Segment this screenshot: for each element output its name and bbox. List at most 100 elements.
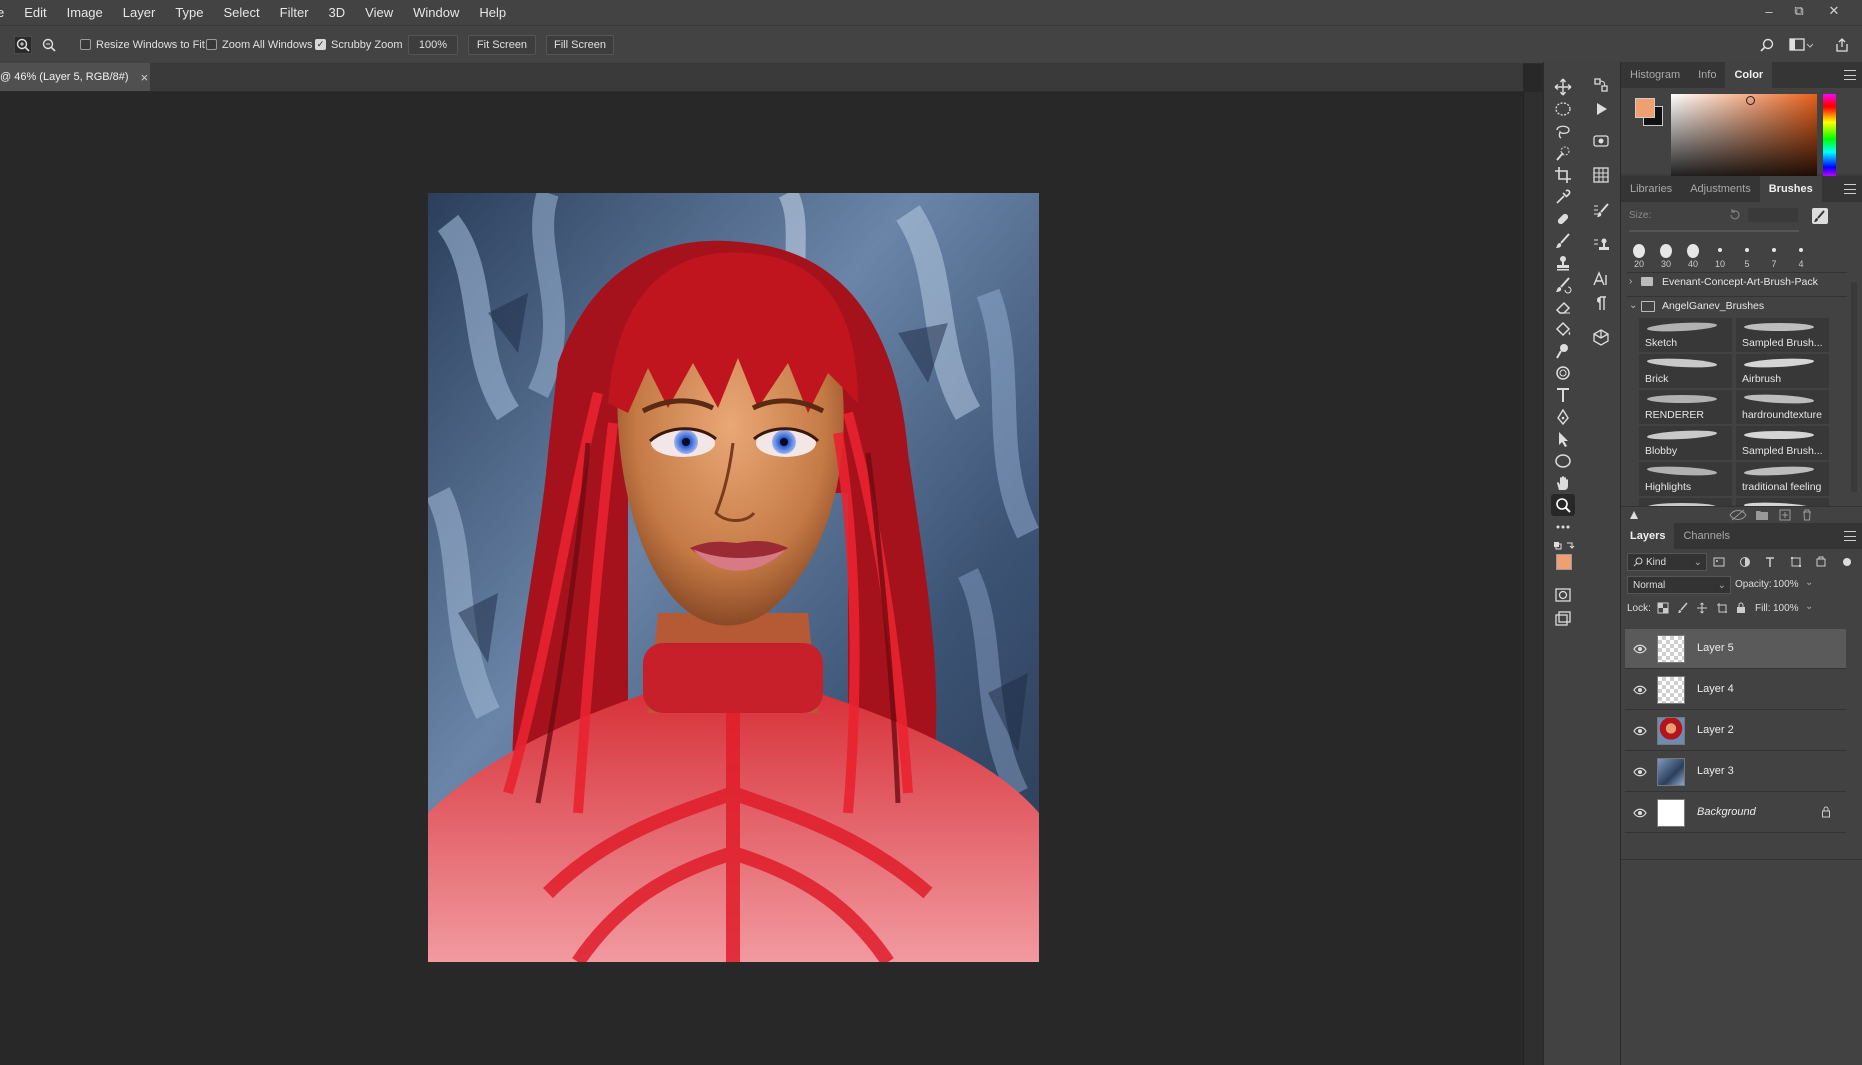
- blur-tool[interactable]: [1551, 362, 1575, 384]
- brush-tool[interactable]: [1551, 230, 1575, 252]
- 3d-panel-icon[interactable]: [1589, 326, 1613, 348]
- lasso-tool[interactable]: [1551, 120, 1575, 142]
- resize-windows-checkbox[interactable]: Resize Windows to Fit: [80, 26, 205, 63]
- brush-size-slider-handle[interactable]: [1629, 509, 1639, 523]
- tab-histogram[interactable]: Histogram: [1621, 62, 1689, 88]
- menu-item-filter[interactable]: Filter: [270, 5, 319, 20]
- layer-thumbnail[interactable]: [1657, 799, 1685, 827]
- dodge-tool[interactable]: [1551, 340, 1575, 362]
- layer-row[interactable]: Layer 4: [1625, 670, 1846, 710]
- shape-layer-filter-icon[interactable]: [1790, 556, 1802, 568]
- lock-position-icon[interactable]: [1696, 602, 1708, 614]
- properties-panel-icon[interactable]: [1589, 130, 1613, 152]
- tab-adjustments[interactable]: Adjustments: [1681, 176, 1760, 202]
- brush-group-row[interactable]: › Evenant-Concept-Art-Brush-Pack: [1627, 272, 1847, 293]
- tab-info[interactable]: Info: [1689, 62, 1725, 88]
- minimize-button[interactable]: –: [1755, 0, 1783, 22]
- brushes-panel-menu-icon[interactable]: [1844, 184, 1856, 194]
- brush-settings-icon[interactable]: [1589, 200, 1613, 222]
- reset-icon[interactable]: [1728, 208, 1742, 222]
- canvas-scrollbar[interactable]: [1523, 92, 1544, 1065]
- brush-item[interactable]: Sampled Brush...: [1736, 318, 1829, 352]
- eyedropper-tool[interactable]: [1551, 186, 1575, 208]
- brush-size-slider[interactable]: [1629, 230, 1799, 232]
- lock-icon[interactable]: [1820, 806, 1832, 818]
- layer-name[interactable]: Layer 5: [1697, 642, 1734, 654]
- history-panel-icon[interactable]: [1589, 74, 1613, 96]
- smart-object-filter-icon[interactable]: [1815, 556, 1827, 568]
- brush-preset[interactable]: 40: [1681, 240, 1705, 270]
- foreground-color-swatch[interactable]: [1556, 554, 1572, 570]
- brush-preset[interactable]: 30: [1654, 240, 1678, 270]
- lock-image-pixels-icon[interactable]: [1677, 602, 1689, 614]
- share-icon[interactable]: [1834, 26, 1850, 63]
- layer-name[interactable]: Layer 4: [1697, 683, 1734, 695]
- hand-tool[interactable]: [1551, 472, 1575, 494]
- fit-screen-button[interactable]: Fit Screen: [468, 35, 536, 55]
- brush-item[interactable]: Brick: [1639, 354, 1732, 388]
- brush-preset[interactable]: 4: [1789, 240, 1813, 270]
- resize-windows-check[interactable]: [80, 39, 91, 50]
- layer-thumbnail[interactable]: [1657, 758, 1685, 786]
- brush-item[interactable]: Sampled Brush...: [1736, 426, 1829, 460]
- eraser-tool[interactable]: [1551, 296, 1575, 318]
- menu-item-edit[interactable]: Edit: [14, 5, 56, 20]
- brush-item[interactable]: hardroundtexture: [1736, 390, 1829, 424]
- new-brush-group-icon[interactable]: [1755, 509, 1769, 524]
- eye-icon[interactable]: [1633, 683, 1647, 697]
- eye-icon[interactable]: [1633, 806, 1647, 820]
- brush-preset[interactable]: 5: [1735, 240, 1759, 270]
- menu-item-image[interactable]: Image: [57, 5, 113, 20]
- tab-brushes[interactable]: Brushes: [1759, 176, 1822, 202]
- type-tool[interactable]: [1551, 384, 1575, 406]
- paint-bucket-tool[interactable]: [1551, 318, 1575, 340]
- menu-item-view[interactable]: View: [355, 5, 403, 20]
- filter-toggle-icon[interactable]: [1841, 556, 1853, 568]
- brush-preset[interactable]: 7: [1762, 240, 1786, 270]
- character-panel-icon[interactable]: [1589, 268, 1613, 290]
- layer-thumbnail[interactable]: [1657, 635, 1685, 663]
- brush-item[interactable]: traditional feeling: [1736, 462, 1829, 496]
- brush-item[interactable]: RENDERER: [1639, 390, 1732, 424]
- layer-row[interactable]: Layer 3: [1625, 752, 1846, 792]
- brush-item[interactable]: Sketch: [1639, 318, 1732, 352]
- swatches-panel-icon[interactable]: [1589, 164, 1613, 186]
- opacity-dropdown-icon[interactable]: ⌄: [1805, 577, 1813, 588]
- restore-button[interactable]: ⧉: [1785, 0, 1813, 22]
- ellipse-tool[interactable]: [1551, 450, 1575, 472]
- color-picker-field[interactable]: [1671, 94, 1817, 188]
- tab-channels[interactable]: Channels: [1674, 523, 1738, 549]
- layer-filter-kind[interactable]: Kind ⌄: [1627, 553, 1707, 571]
- zoom-tool[interactable]: [1551, 494, 1575, 516]
- workspace-icon[interactable]: [1789, 26, 1813, 63]
- layer-thumbnail[interactable]: [1657, 676, 1685, 704]
- path-select-tool[interactable]: [1551, 428, 1575, 450]
- toggle-brush-visibility-icon[interactable]: [1729, 509, 1747, 524]
- lock-transparent-pixels-icon[interactable]: [1657, 602, 1669, 614]
- menu-item-window[interactable]: Window: [403, 5, 469, 20]
- layer-name[interactable]: Layer 2: [1697, 724, 1734, 736]
- search-icon[interactable]: [1759, 26, 1775, 63]
- clone-stamp-tool[interactable]: [1551, 252, 1575, 274]
- eye-icon[interactable]: [1633, 642, 1647, 656]
- layer-row[interactable]: Background: [1625, 793, 1846, 833]
- lock-artboard-icon[interactable]: [1716, 602, 1728, 614]
- layer-name[interactable]: Background: [1697, 806, 1756, 818]
- delete-brush-icon[interactable]: [1801, 509, 1813, 524]
- tab-layers[interactable]: Layers: [1621, 523, 1675, 549]
- close-window-button[interactable]: ✕: [1820, 0, 1848, 22]
- blend-mode-select[interactable]: Normal ⌄: [1627, 576, 1731, 594]
- adjustment-layer-filter-icon[interactable]: [1739, 556, 1751, 568]
- layer-row[interactable]: Layer 5: [1625, 629, 1846, 669]
- brush-preset[interactable]: 10: [1708, 240, 1732, 270]
- document-tab[interactable]: @ 46% (Layer 5, RGB/8#) ×: [0, 63, 150, 91]
- move-tool[interactable]: [1551, 76, 1575, 98]
- brush-item[interactable]: Highlights: [1639, 462, 1732, 496]
- artwork-canvas[interactable]: [428, 193, 1039, 962]
- screen-mode-icon[interactable]: [1551, 608, 1575, 630]
- brush-group-row[interactable]: ⌄ AngelGanev_Brushes: [1627, 296, 1847, 317]
- fill-screen-button[interactable]: Fill Screen: [546, 35, 614, 55]
- zoom-all-check[interactable]: [206, 39, 217, 50]
- lock-all-icon[interactable]: [1735, 602, 1747, 614]
- layer-row[interactable]: Layer 2: [1625, 711, 1846, 751]
